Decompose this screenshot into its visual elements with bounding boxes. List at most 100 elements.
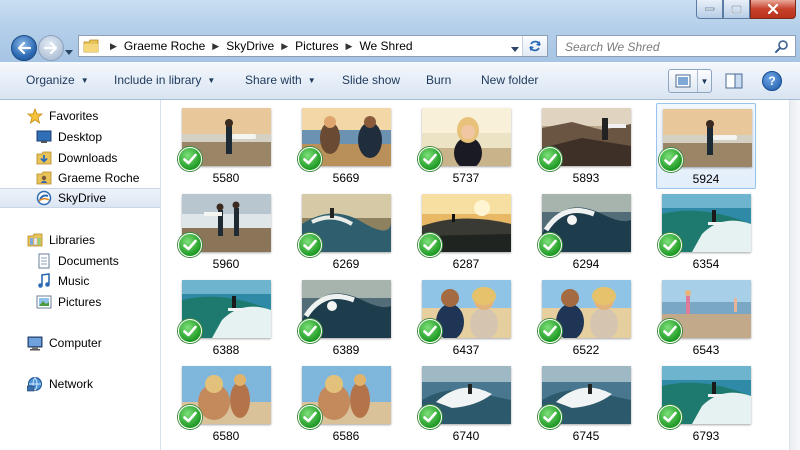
sidebar-item-skydrive[interactable]: SkyDrive bbox=[0, 188, 160, 208]
file-item[interactable]: 6586 bbox=[296, 361, 396, 447]
file-item[interactable]: 6389 bbox=[296, 275, 396, 361]
breadcrumb-item[interactable]: SkyDrive bbox=[226, 39, 274, 53]
file-item[interactable]: 6354 bbox=[656, 189, 756, 275]
sidebar-item-music[interactable]: Music bbox=[0, 271, 160, 291]
view-options-dropdown[interactable]: ▼ bbox=[698, 70, 711, 92]
change-view-button[interactable]: ▼ bbox=[668, 69, 712, 93]
skydrive-icon bbox=[36, 190, 52, 206]
command-label: Slide show bbox=[342, 73, 401, 87]
minimize-button[interactable] bbox=[696, 0, 723, 19]
search-icon[interactable] bbox=[775, 39, 789, 58]
search-box[interactable] bbox=[556, 35, 796, 57]
sidebar-item-label: Favorites bbox=[49, 109, 99, 123]
star-icon bbox=[27, 108, 43, 124]
file-item[interactable]: 6294 bbox=[536, 189, 636, 275]
address-bar[interactable]: ▶ Graeme Roche ▶ SkyDrive ▶ Pictures ▶ W… bbox=[78, 35, 548, 57]
file-item[interactable]: 5924 bbox=[656, 103, 756, 189]
file-item[interactable]: 6543 bbox=[656, 275, 756, 361]
search-input[interactable] bbox=[563, 37, 767, 57]
file-list: 5580 5669 5737 5893 5924 5960 6269 6287 6294 6354… bbox=[161, 100, 789, 450]
organize-button[interactable]: Organize ▼ bbox=[26, 73, 89, 87]
file-item[interactable]: 6745 bbox=[536, 361, 636, 447]
recent-pages-dropdown[interactable] bbox=[65, 43, 73, 61]
sidebar-item-label: Graeme Roche bbox=[58, 171, 140, 185]
file-item[interactable]: 5669 bbox=[296, 103, 396, 189]
back-button[interactable] bbox=[11, 35, 37, 61]
sidebar-item-pictures[interactable]: Pictures bbox=[0, 292, 160, 312]
file-item[interactable]: 6793 bbox=[656, 361, 756, 447]
file-item[interactable]: 5737 bbox=[416, 103, 516, 189]
share-with-button[interactable]: Share with ▼ bbox=[245, 73, 316, 87]
file-item[interactable]: 6522 bbox=[536, 275, 636, 361]
forward-button[interactable] bbox=[38, 35, 64, 61]
file-name: 5893 bbox=[572, 171, 600, 185]
chevron-right-icon[interactable]: ▶ bbox=[346, 41, 353, 52]
file-item[interactable]: 6580 bbox=[176, 361, 276, 447]
sync-check-icon bbox=[418, 233, 442, 257]
file-item[interactable]: 6437 bbox=[416, 275, 516, 361]
sidebar-item-downloads[interactable]: Downloads bbox=[0, 148, 160, 168]
maximize-button[interactable] bbox=[723, 0, 750, 19]
file-name: 6437 bbox=[452, 343, 480, 357]
file-item[interactable]: 6287 bbox=[416, 189, 516, 275]
libraries-icon bbox=[27, 232, 43, 248]
view-icon[interactable] bbox=[669, 70, 698, 92]
help-button[interactable]: ? bbox=[762, 71, 782, 91]
sidebar-item-network[interactable]: Network bbox=[0, 374, 160, 394]
chevron-right-icon[interactable]: ▶ bbox=[212, 41, 219, 52]
close-icon bbox=[767, 4, 779, 14]
sidebar-item-libraries[interactable]: Libraries bbox=[0, 230, 160, 250]
sidebar-item-desktop[interactable]: Desktop bbox=[0, 127, 160, 147]
caption-buttons bbox=[696, 0, 796, 20]
sync-check-icon bbox=[418, 147, 442, 171]
file-item[interactable]: 5580 bbox=[176, 103, 276, 189]
file-item[interactable]: 6269 bbox=[296, 189, 396, 275]
address-history-dropdown[interactable] bbox=[511, 42, 519, 56]
sync-check-icon bbox=[298, 319, 322, 343]
sidebar-item-favorites[interactable]: Favorites bbox=[0, 106, 160, 126]
breadcrumb-item[interactable]: Graeme Roche bbox=[124, 39, 205, 53]
file-item[interactable]: 6740 bbox=[416, 361, 516, 447]
computer-icon bbox=[27, 335, 43, 351]
sidebar-item-documents[interactable]: Documents bbox=[0, 251, 160, 271]
command-label: Share with bbox=[245, 73, 302, 87]
command-bar: Organize ▼ Include in library ▼ Share with… bbox=[0, 62, 800, 100]
sidebar-item-computer[interactable]: Computer bbox=[0, 333, 160, 353]
file-item[interactable]: 6388 bbox=[176, 275, 276, 361]
file-name: 6586 bbox=[332, 429, 360, 443]
close-button[interactable] bbox=[750, 0, 796, 19]
preview-pane-icon bbox=[725, 73, 743, 89]
breadcrumb-item[interactable]: We Shred bbox=[359, 39, 412, 53]
chevron-down-icon bbox=[511, 47, 519, 52]
include-in-library-button[interactable]: Include in library ▼ bbox=[114, 73, 215, 87]
breadcrumb-item[interactable]: Pictures bbox=[295, 39, 338, 53]
file-name: 6388 bbox=[212, 343, 240, 357]
network-icon bbox=[27, 376, 43, 392]
arrow-right-icon bbox=[44, 42, 58, 54]
new-folder-button[interactable]: New folder bbox=[481, 73, 538, 87]
window-title-bar: ▶ Graeme Roche ▶ SkyDrive ▶ Pictures ▶ W… bbox=[0, 0, 800, 62]
preview-pane-button[interactable] bbox=[725, 73, 743, 94]
sync-check-icon bbox=[298, 233, 322, 257]
burn-button[interactable]: Burn bbox=[426, 73, 451, 87]
file-item[interactable]: 5960 bbox=[176, 189, 276, 275]
sidebar-item-label: Pictures bbox=[58, 295, 102, 309]
vertical-scrollbar[interactable] bbox=[789, 100, 800, 450]
chevron-right-icon[interactable]: ▶ bbox=[281, 41, 288, 52]
sync-check-icon bbox=[658, 405, 682, 429]
sidebar-item-graeme-roche[interactable]: Graeme Roche bbox=[0, 168, 160, 188]
sync-check-icon bbox=[658, 233, 682, 257]
sidebar-item-label: Desktop bbox=[58, 130, 103, 144]
file-name: 6389 bbox=[332, 343, 360, 357]
chevron-down-icon: ▼ bbox=[80, 75, 89, 85]
sync-check-icon bbox=[178, 147, 202, 171]
sync-check-icon bbox=[178, 405, 202, 429]
file-name: 6522 bbox=[572, 343, 600, 357]
command-label: Organize bbox=[26, 73, 75, 87]
sidebar-item-label: Downloads bbox=[58, 151, 118, 165]
file-item[interactable]: 5893 bbox=[536, 103, 636, 189]
refresh-button[interactable] bbox=[522, 36, 547, 56]
slide-show-button[interactable]: Slide show bbox=[342, 73, 400, 87]
file-name: 6745 bbox=[572, 429, 600, 443]
chevron-down-icon: ▼ bbox=[207, 75, 216, 85]
